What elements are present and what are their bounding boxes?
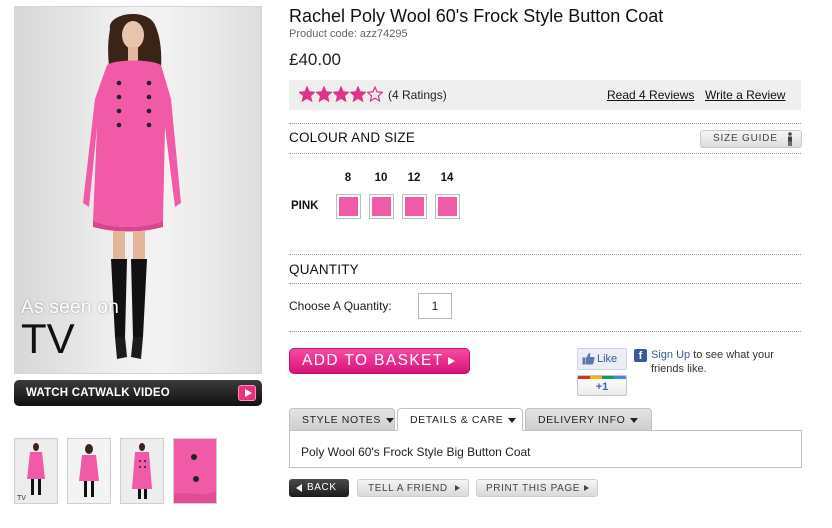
tab-label: DETAILS & CARE xyxy=(410,414,504,426)
size-guide-label: SIZE GUIDE xyxy=(713,133,778,144)
star-filled-icon xyxy=(316,86,332,102)
caret-down-icon xyxy=(630,417,639,423)
tab-details-care[interactable]: DETAILS & CARE xyxy=(397,408,523,431)
like-label: Like xyxy=(597,353,618,365)
google-color-bar xyxy=(578,376,626,379)
quantity-label: Choose A Quantity: xyxy=(289,299,392,313)
add-to-basket-label: ADD TO BASKET xyxy=(302,352,444,369)
thumbnail-front[interactable]: TV xyxy=(14,438,58,504)
product-title: Rachel Poly Wool 60's Frock Style Button… xyxy=(289,6,664,26)
tab-panel-text: Poly Wool 60's Frock Style Big Button Co… xyxy=(301,445,531,459)
product-price: £40.00 xyxy=(289,50,341,69)
google-plus-one-button[interactable]: +1 xyxy=(577,375,627,396)
star-filled-icon xyxy=(299,86,315,102)
thumbnail-image xyxy=(174,439,216,503)
plus-one-label: +1 xyxy=(595,381,609,393)
rating-bar: (4 Ratings) Read 4 Reviews Write a Revie… xyxy=(289,80,801,110)
size-swatch-12[interactable] xyxy=(402,194,427,219)
write-review-link[interactable]: Write a Review xyxy=(705,88,785,102)
swatch-fill xyxy=(438,197,457,216)
star-empty-icon xyxy=(367,86,383,102)
swatch-fill xyxy=(405,197,424,216)
facebook-like-button[interactable]: Like xyxy=(577,348,627,370)
thumbnail-image xyxy=(68,439,110,503)
thumbs-up-icon xyxy=(582,353,595,365)
divider xyxy=(289,331,801,332)
facebook-signup-link[interactable]: Sign Up xyxy=(651,349,690,361)
thumbnail-side[interactable] xyxy=(120,438,164,504)
thumbnail-detail[interactable] xyxy=(173,438,217,504)
caret-down-icon xyxy=(508,417,517,423)
read-reviews-link[interactable]: Read 4 Reviews xyxy=(607,88,694,102)
ratings-count: (4 Ratings) xyxy=(388,88,447,102)
size-swatch-14[interactable] xyxy=(435,194,460,219)
product-code: Product code: azz74295 xyxy=(289,28,408,40)
back-label: BACK xyxy=(307,482,337,493)
colour-size-heading: COLOUR AND SIZE xyxy=(289,130,416,145)
thumbnail-image xyxy=(121,439,163,503)
size-swatch-8[interactable] xyxy=(336,194,361,219)
star-filled-icon xyxy=(350,86,366,102)
size-label-12: 12 xyxy=(407,172,421,184)
divider xyxy=(289,123,801,124)
tell-a-friend-button[interactable]: TELL A FRIEND xyxy=(357,479,469,497)
tab-delivery-info[interactable]: DELIVERY INFO xyxy=(525,408,652,430)
as-seen-on-tv-badge: As seen on TV xyxy=(21,297,151,367)
tab-label: DELIVERY INFO xyxy=(538,414,626,426)
arrow-right-icon xyxy=(448,357,455,365)
star-filled-icon xyxy=(333,86,349,102)
tab-panel: Poly Wool 60's Frock Style Big Button Co… xyxy=(289,430,802,468)
tab-label: STYLE NOTES xyxy=(302,414,381,426)
print-page-button[interactable]: PRINT THIS PAGE xyxy=(476,479,598,497)
divider xyxy=(289,254,801,255)
size-guide-button[interactable]: SIZE GUIDE xyxy=(700,130,802,148)
size-label-10: 10 xyxy=(374,172,388,184)
tv-text: TV xyxy=(21,315,75,362)
facebook-icon: f xyxy=(634,349,647,362)
back-button[interactable]: BACK xyxy=(289,479,349,497)
thumbnail-image xyxy=(15,439,57,503)
main-product-image[interactable]: As seen on TV xyxy=(14,6,262,374)
facebook-signup-text: Sign Up to see what your friends like. xyxy=(651,348,801,376)
swatch-fill xyxy=(372,197,391,216)
add-to-basket-button[interactable]: ADD TO BASKET xyxy=(289,348,470,374)
print-page-label: PRINT THIS PAGE xyxy=(486,483,581,494)
tell-a-friend-label: TELL A FRIEND xyxy=(368,483,448,494)
person-icon xyxy=(788,132,792,146)
caret-down-icon xyxy=(385,417,394,423)
size-swatch-10[interactable] xyxy=(369,194,394,219)
quantity-input[interactable] xyxy=(418,293,452,319)
watch-catwalk-video-button[interactable]: WATCH CATWALK VIDEO xyxy=(14,380,262,406)
size-label-14: 14 xyxy=(440,172,454,184)
swatch-fill xyxy=(339,197,358,216)
catwalk-label: WATCH CATWALK VIDEO xyxy=(26,387,170,399)
colour-name: PINK xyxy=(291,200,319,212)
size-label-8: 8 xyxy=(344,172,352,184)
play-icon xyxy=(238,385,256,401)
divider xyxy=(289,153,801,154)
quantity-heading: QUANTITY xyxy=(289,262,359,277)
tab-style-notes[interactable]: STYLE NOTES xyxy=(289,408,395,430)
divider xyxy=(289,283,801,284)
thumbnail-back[interactable] xyxy=(67,438,111,504)
thumbnail-tv-label: TV xyxy=(17,495,26,502)
rating-stars xyxy=(299,86,383,104)
